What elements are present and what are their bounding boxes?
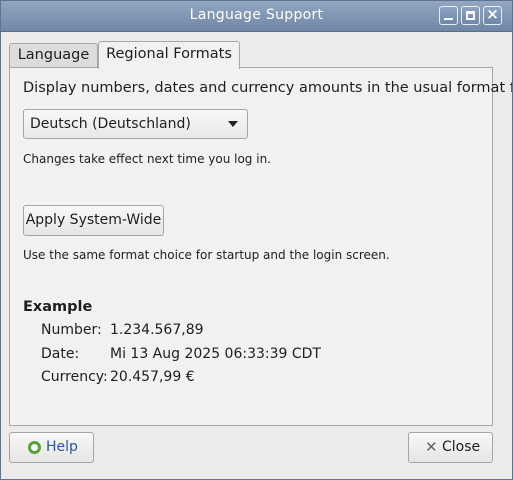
regional-formats-panel: Display numbers, dates and currency amou…	[9, 67, 512, 426]
apply-note: Use the same format choice for startup a…	[23, 248, 390, 262]
title-bar[interactable]: Language Support ×	[1, 1, 512, 32]
help-label: Help	[46, 439, 78, 455]
window-controls: ×	[439, 5, 502, 25]
language-support-window: Language Support × Language Regional For…	[0, 0, 513, 480]
number-value: 1.234.567,89	[110, 322, 204, 338]
lifebuoy-icon	[28, 441, 41, 454]
format-description: Display numbers, dates and currency amou…	[23, 80, 513, 96]
help-button[interactable]: Help	[9, 432, 94, 463]
date-label: Date:	[41, 346, 80, 362]
minimize-button[interactable]	[439, 6, 458, 25]
close-button[interactable]: ✕ Close	[408, 432, 493, 463]
currency-label: Currency:	[41, 369, 108, 385]
close-icon: ×	[486, 5, 499, 23]
number-label: Number:	[41, 322, 102, 338]
format-select-value: Deutsch (Deutschland)	[30, 116, 191, 132]
tab-language[interactable]: Language	[9, 43, 98, 67]
change-note: Changes take effect next time you log in…	[23, 152, 271, 166]
close-label: Close	[442, 439, 481, 455]
date-value: Mi 13 Aug 2025 06:33:39 CDT	[110, 346, 321, 362]
window-title: Language Support	[189, 7, 324, 23]
dropdown-arrow-icon	[228, 121, 238, 127]
maximize-icon	[466, 11, 475, 20]
example-heading: Example	[23, 299, 93, 315]
format-select[interactable]: Deutsch (Deutschland)	[23, 109, 248, 139]
currency-value: 20.457,99 €	[110, 369, 195, 385]
close-window-button[interactable]: ×	[483, 5, 502, 25]
tab-regional-formats[interactable]: Regional Formats	[98, 41, 240, 69]
apply-system-wide-button[interactable]: Apply System-Wide	[23, 205, 164, 236]
minimize-icon	[444, 18, 453, 20]
maximize-button[interactable]	[461, 6, 480, 25]
close-x-icon: ✕	[425, 438, 438, 456]
